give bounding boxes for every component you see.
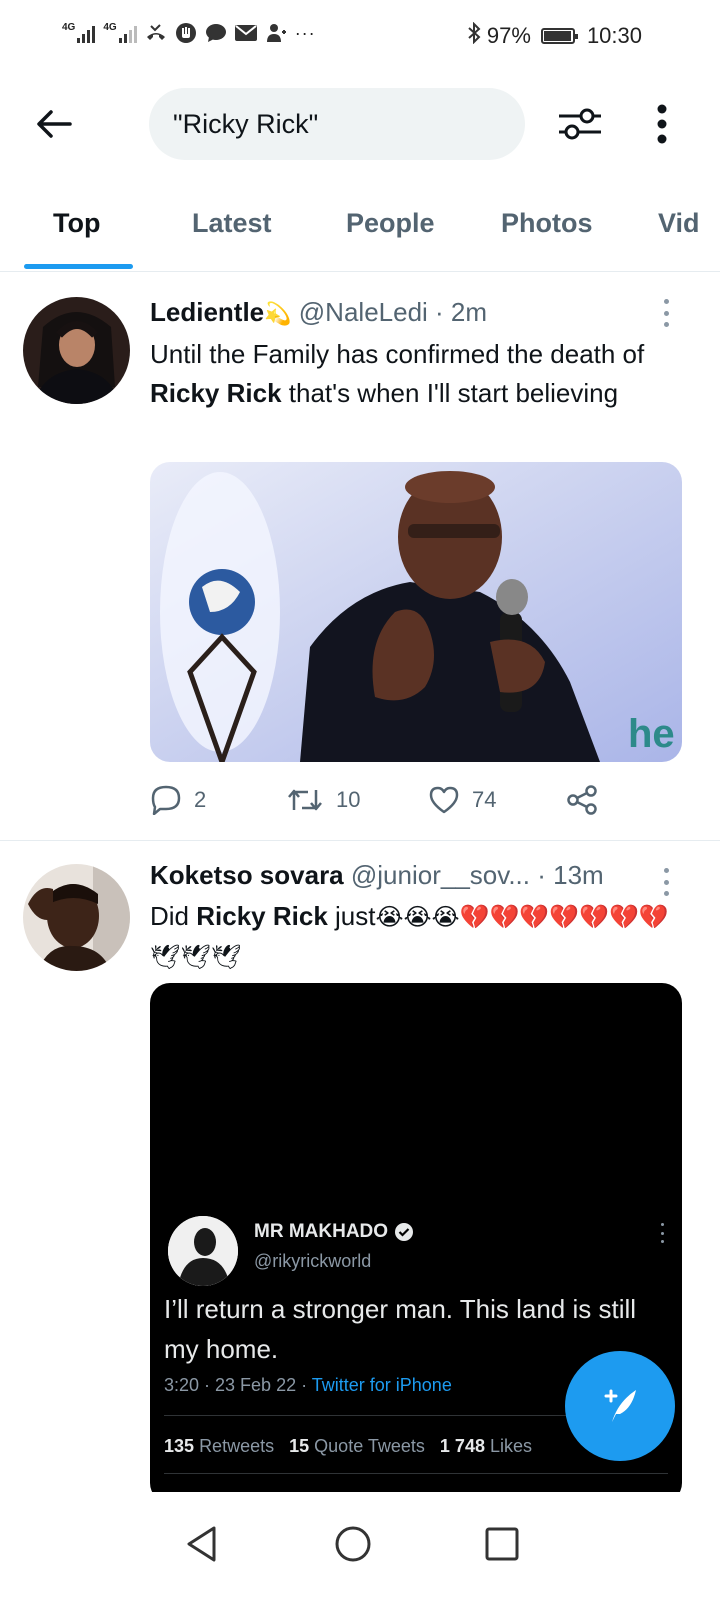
tweet-text-part: just — [327, 901, 376, 931]
battery-icon — [540, 28, 578, 44]
reply-count: 2 — [194, 787, 207, 812]
tweet-text: Did Ricky Rick just😭😭😭💔💔💔💔💔💔💔🕊🕊🕊 — [150, 897, 695, 977]
tab-photos[interactable]: Photos — [501, 208, 593, 239]
bluetooth-icon — [467, 21, 481, 50]
avatar[interactable] — [23, 864, 130, 971]
search-query: "Ricky Rick" — [173, 108, 319, 139]
quoted-menu-icon — [658, 1223, 666, 1243]
tab-latest[interactable]: Latest — [192, 208, 272, 239]
chat-icon — [205, 22, 227, 44]
retweet-icon — [288, 789, 322, 811]
tweet-text-part: Until the Family has confirmed the death… — [150, 339, 645, 369]
quoted-retweet-label: Retweets — [199, 1436, 275, 1456]
heart-icon — [429, 786, 459, 814]
hand-icon — [175, 22, 197, 44]
more-notifications-icon: ··· — [294, 22, 316, 43]
retweet-count: 10 — [336, 787, 361, 812]
reply-icon — [151, 785, 181, 815]
nav-recents-button[interactable] — [474, 1516, 530, 1572]
person-icon — [265, 22, 287, 44]
search-tabs: Top Latest People Photos Vid — [0, 196, 720, 272]
tweet-header: Ledientle💫 @NaleLedi · 2m — [150, 297, 487, 328]
nav-back-button[interactable] — [174, 1516, 230, 1572]
share-icon — [567, 785, 597, 815]
tweet-text-highlight: Ricky Rick — [196, 901, 328, 931]
tweet-time: · 13m — [537, 860, 604, 890]
tweet-actions: 2 10 74 — [150, 778, 650, 822]
search-input[interactable]: "Ricky Rick" — [149, 88, 525, 160]
avatar[interactable] — [23, 297, 130, 404]
tweet-text-part: Did — [150, 901, 197, 931]
mail-icon — [234, 22, 257, 44]
author-name[interactable]: Ledientle — [150, 297, 264, 327]
tweet-text: Until the Family has confirmed the death… — [150, 335, 695, 413]
missed-call-icon — [145, 22, 167, 44]
compose-tweet-icon — [604, 1389, 636, 1422]
tweet-menu-button[interactable] — [660, 868, 672, 896]
author-handle[interactable]: @NaleLedi — [299, 297, 428, 327]
like-button[interactable]: 74 — [428, 778, 496, 822]
share-button[interactable] — [566, 778, 598, 822]
arrow-left-icon — [37, 110, 72, 138]
sliders-icon — [559, 108, 601, 140]
signal-icon: 4G — [103, 22, 137, 43]
status-icons-left: 4G 4G ··· — [62, 22, 316, 44]
network-type: 4G — [62, 22, 76, 33]
quoted-quote-count: 15 — [289, 1436, 310, 1456]
battery-percent: 97% — [486, 23, 531, 48]
quoted-retweet-count: 135 — [164, 1436, 195, 1456]
back-triangle-icon — [187, 1526, 216, 1562]
tweet-header: Koketso sovara @junior__sov... · 13m — [150, 860, 604, 891]
quoted-quote-label: Quote Tweets — [314, 1436, 425, 1456]
compose-tweet-button[interactable] — [565, 1351, 675, 1461]
author-handle[interactable]: @junior__sov... — [351, 860, 530, 890]
tweet-time: · 2m — [435, 297, 488, 327]
recents-square-icon — [485, 1527, 519, 1561]
home-circle-icon — [335, 1526, 371, 1562]
status-bar: 4G 4G ··· 97% 10:30 — [0, 0, 720, 68]
nav-home-button[interactable] — [325, 1516, 381, 1572]
tweet-photo[interactable]: he — [150, 462, 682, 762]
tab-videos[interactable]: Vid — [658, 208, 700, 239]
clock: 10:30 — [586, 23, 642, 48]
like-count: 74 — [472, 787, 497, 812]
quoted-source: Twitter for iPhone — [311, 1375, 452, 1395]
quoted-time: 3:20 · 23 Feb 22 · — [164, 1375, 312, 1395]
search-header: "Ricky Rick" — [0, 86, 720, 162]
active-tab-indicator — [24, 264, 133, 269]
tweet[interactable]: Ledientle💫 @NaleLedi · 2m Until the Fami… — [0, 273, 720, 841]
quoted-meta: 3:20 · 23 Feb 22 · Twitter for iPhone — [164, 1375, 452, 1396]
svg-text:he: he — [628, 712, 675, 756]
more-options-button[interactable] — [640, 100, 684, 148]
network-type: 4G — [103, 22, 117, 33]
tweet-text-highlight: Ricky Rick — [150, 378, 282, 408]
search-filter-button[interactable] — [556, 102, 604, 146]
quoted-like-count: 1 748 — [439, 1436, 485, 1456]
system-nav-bar — [0, 1494, 720, 1600]
tweet-menu-button[interactable] — [660, 299, 672, 327]
tab-people[interactable]: People — [346, 208, 435, 239]
divider — [164, 1473, 668, 1474]
quoted-avatar — [168, 1216, 238, 1286]
quoted-author-handle: @rikyrickworld — [254, 1251, 372, 1271]
verified-badge-icon — [395, 1223, 414, 1241]
quoted-author: MR MAKHADO — [254, 1221, 414, 1243]
signal-icon: 4G — [62, 22, 96, 43]
quoted-author-name: MR MAKHADO — [254, 1221, 389, 1242]
author-name[interactable]: Koketso sovara — [150, 860, 344, 890]
back-button[interactable] — [30, 102, 78, 146]
quoted-like-label: Likes — [489, 1436, 533, 1456]
tweet-text-part: that's when I'll start believing — [281, 378, 619, 408]
retweet-button[interactable]: 10 — [286, 778, 360, 822]
vertical-dots-icon — [657, 104, 667, 144]
author-emoji: 💫 — [264, 301, 292, 326]
tab-top[interactable]: Top — [53, 208, 100, 239]
reply-button[interactable]: 2 — [150, 778, 206, 822]
status-icons-right: 97% 10:30 — [467, 21, 642, 50]
